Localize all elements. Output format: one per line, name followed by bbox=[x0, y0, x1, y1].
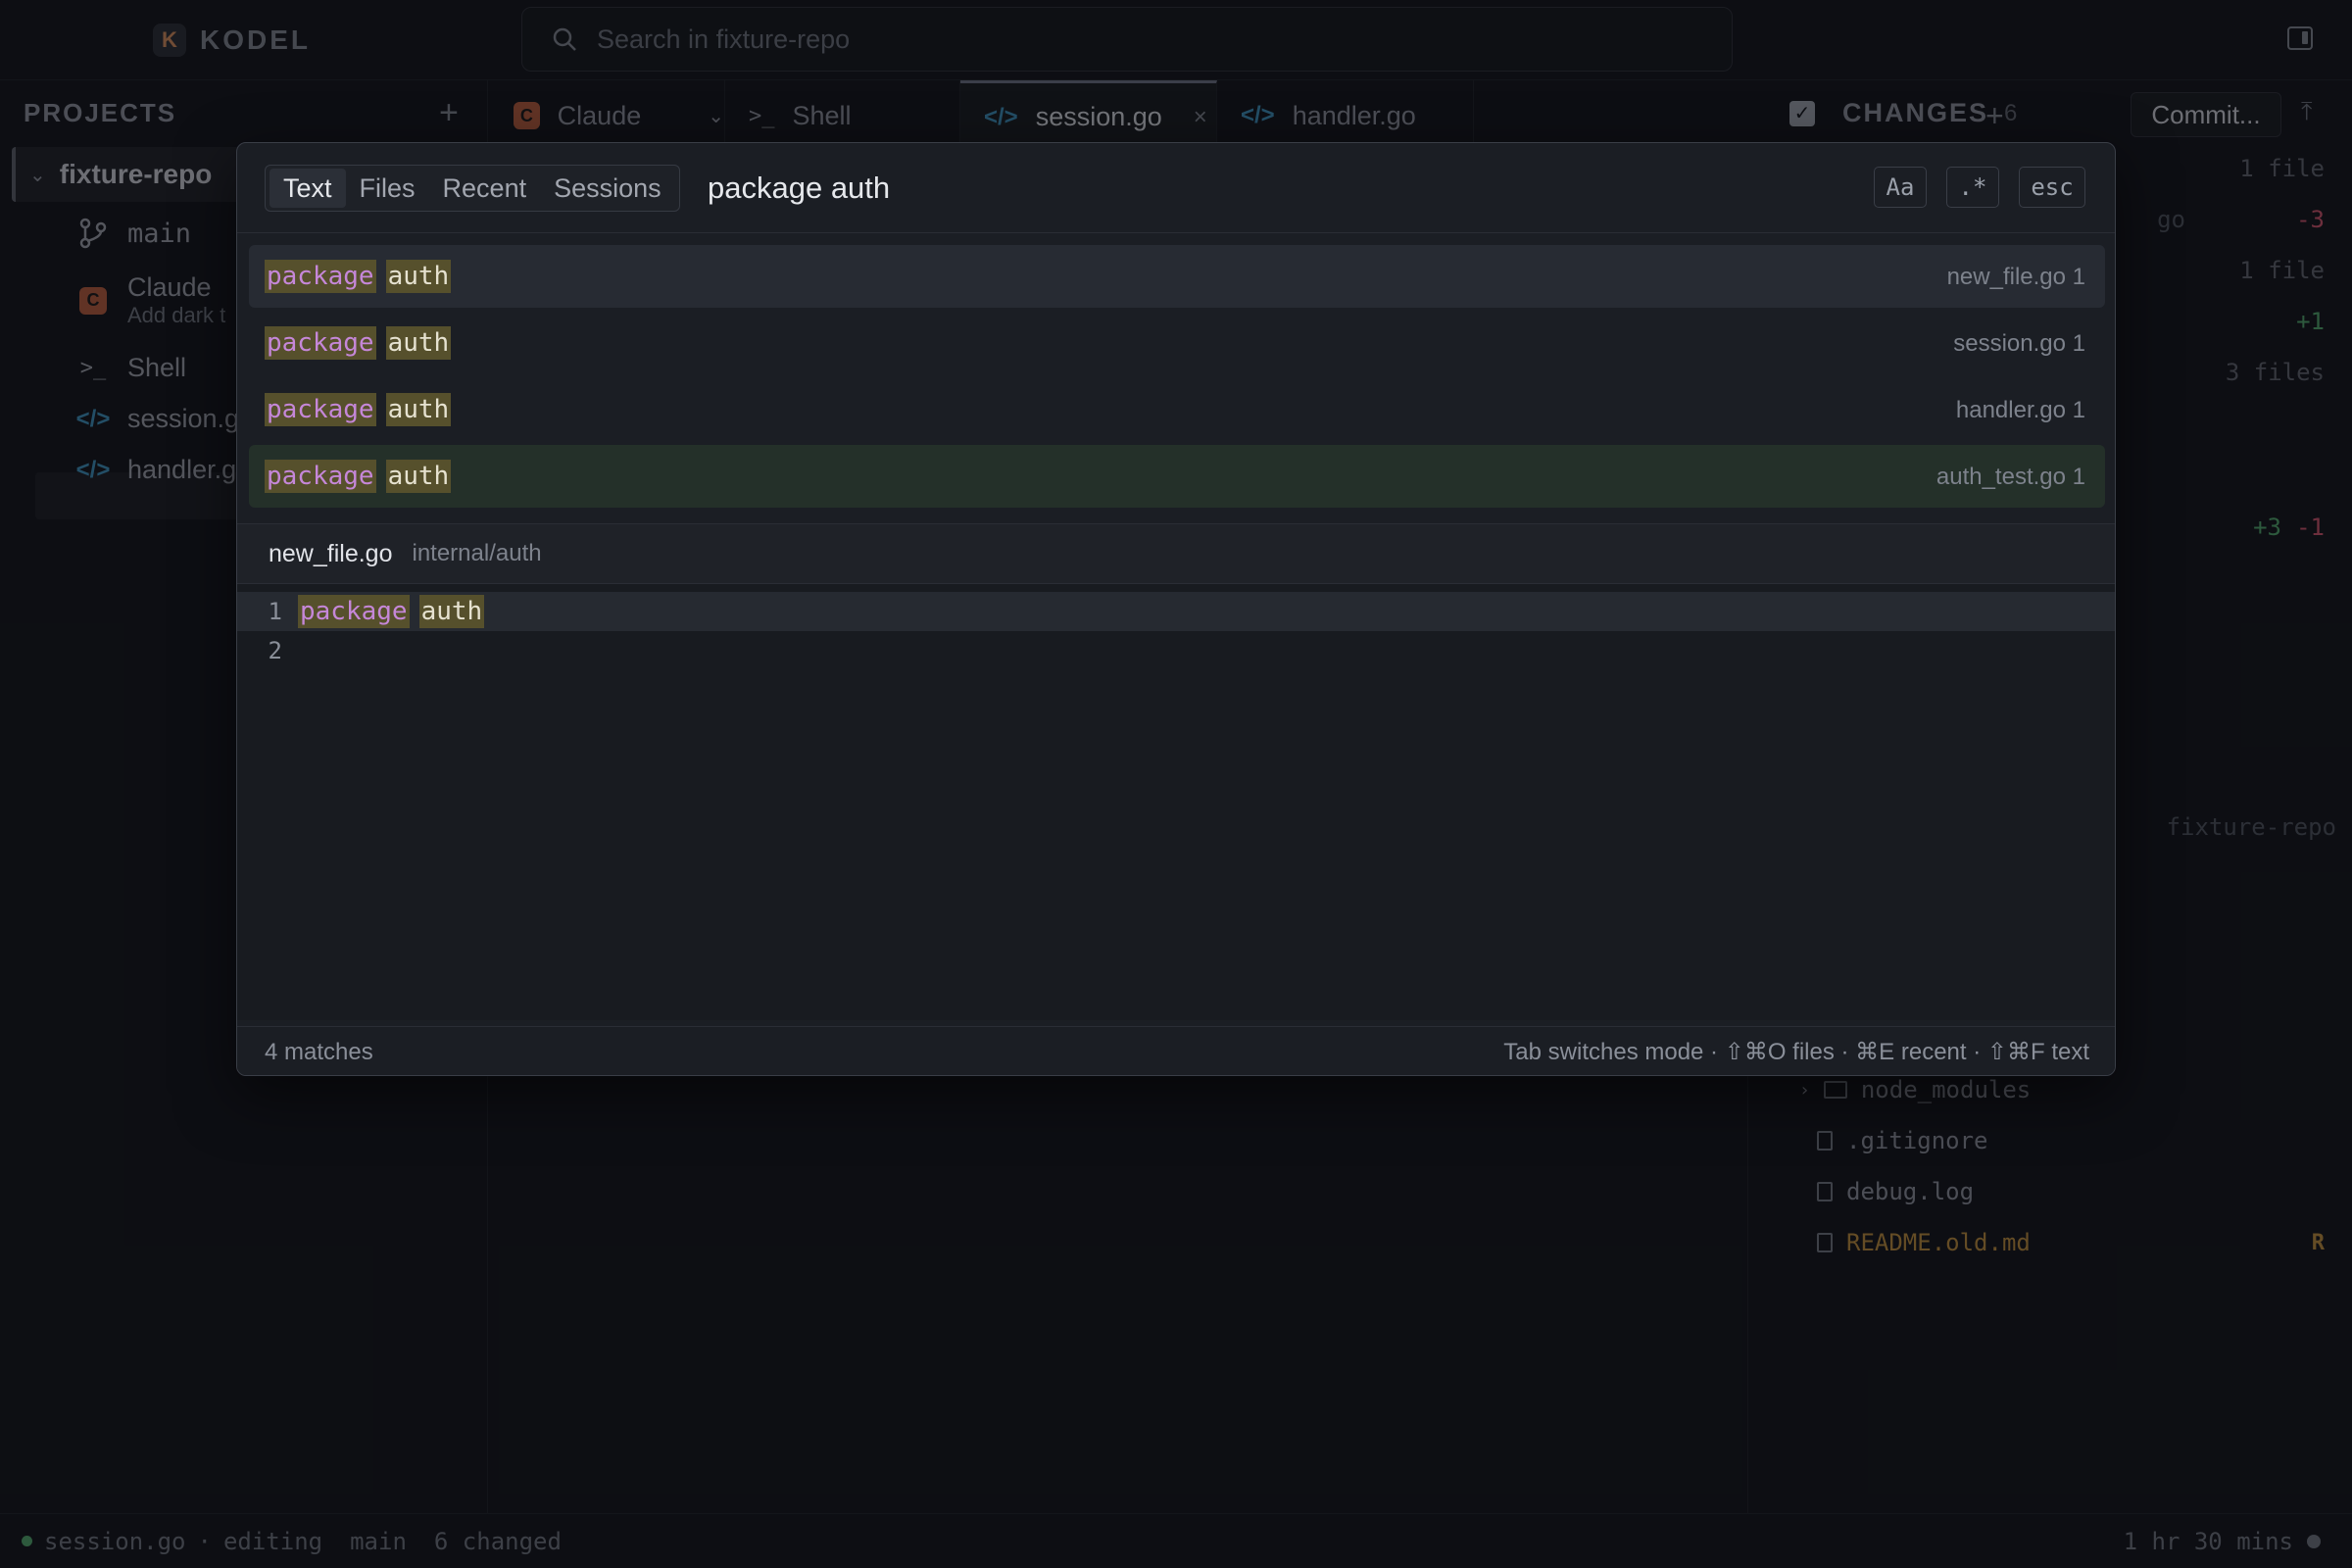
mode-tab-sessions[interactable]: Sessions bbox=[540, 169, 675, 208]
result-item[interactable]: package auth auth_test.go 1 bbox=[249, 445, 2105, 508]
code-keyword: package bbox=[298, 595, 410, 628]
shortcut-hints: Tab switches mode · ⇧⌘O files · ⌘E recen… bbox=[1503, 1039, 2089, 1065]
code-line: 2 bbox=[237, 631, 2115, 670]
mode-tab-text[interactable]: Text bbox=[270, 169, 346, 208]
line-number: 2 bbox=[268, 637, 282, 664]
preview-code: 1 package auth 2 bbox=[237, 584, 2115, 1020]
result-file-meta: new_file.go 1 bbox=[1946, 264, 2085, 290]
escape-button[interactable]: esc bbox=[2019, 167, 2085, 208]
code-identifier: auth bbox=[418, 595, 485, 628]
preview-file-path: internal/auth bbox=[412, 540, 542, 566]
match-identifier: auth bbox=[385, 326, 452, 360]
match-identifier: auth bbox=[385, 393, 452, 426]
result-file-meta: auth_test.go 1 bbox=[1936, 464, 2085, 490]
match-identifier: auth bbox=[385, 260, 452, 293]
match-keyword: package bbox=[265, 393, 376, 426]
result-file-meta: handler.go 1 bbox=[1955, 397, 2085, 423]
search-palette: Text Files Recent Sessions Aa .* esc pac… bbox=[236, 142, 2116, 1076]
result-file-meta: session.go 1 bbox=[1953, 330, 2085, 357]
mode-tab-recent[interactable]: Recent bbox=[429, 169, 541, 208]
match-keyword: package bbox=[265, 326, 376, 360]
preview-header: new_file.go internal/auth bbox=[237, 523, 2115, 584]
palette-header: Text Files Recent Sessions Aa .* esc bbox=[237, 143, 2115, 233]
code-line: 1 package auth bbox=[237, 592, 2115, 631]
match-keyword: package bbox=[265, 260, 376, 293]
match-case-toggle[interactable]: Aa bbox=[1874, 167, 1927, 208]
regex-toggle[interactable]: .* bbox=[1946, 167, 1999, 208]
result-item[interactable]: package auth new_file.go 1 bbox=[249, 245, 2105, 308]
mode-switcher: Text Files Recent Sessions bbox=[265, 165, 680, 212]
palette-search-input[interactable] bbox=[708, 167, 1786, 210]
line-number: 1 bbox=[268, 598, 282, 625]
result-item[interactable]: package auth session.go 1 bbox=[249, 312, 2105, 374]
result-item[interactable]: package auth handler.go 1 bbox=[249, 378, 2105, 441]
mode-tab-files[interactable]: Files bbox=[346, 169, 429, 208]
match-keyword: package bbox=[265, 460, 376, 493]
palette-footer: 4 matches Tab switches mode · ⇧⌘O files … bbox=[237, 1026, 2115, 1075]
match-identifier: auth bbox=[385, 460, 452, 493]
match-count: 4 matches bbox=[265, 1038, 373, 1065]
preview-file-name: new_file.go bbox=[269, 539, 393, 567]
